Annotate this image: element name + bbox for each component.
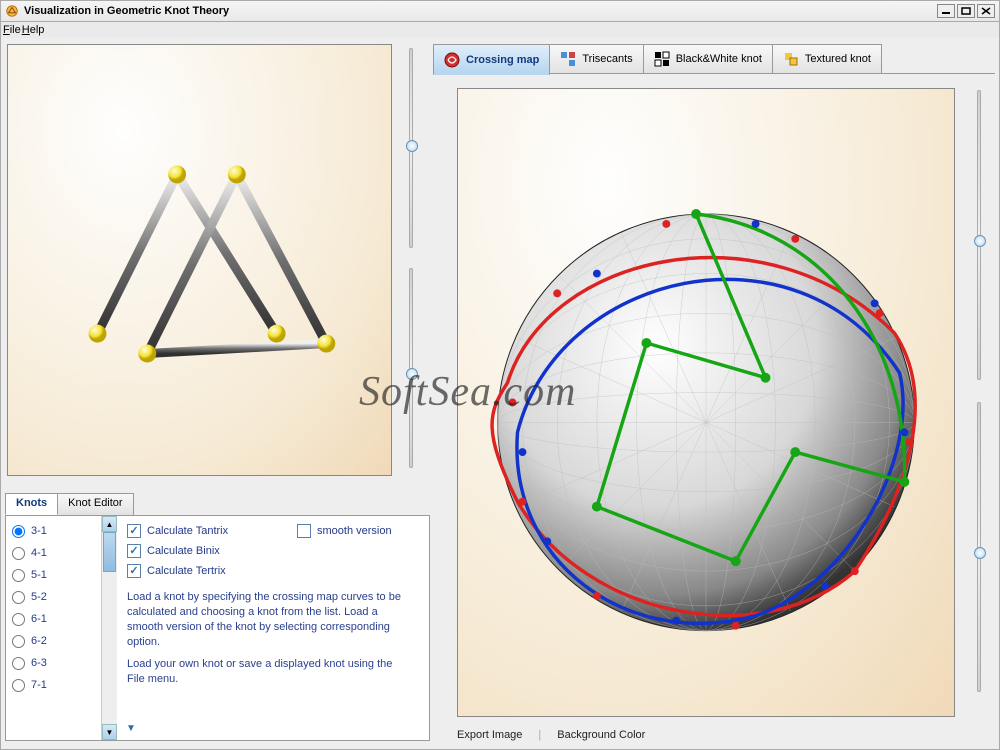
slider-thumb[interactable] — [974, 547, 986, 559]
right-slider-2[interactable] — [971, 402, 987, 692]
app-icon — [5, 4, 19, 18]
viz-tabs: Crossing map Trisecants Black&White knot… — [433, 42, 995, 74]
scroll-up-button[interactable]: ▲ — [102, 516, 117, 532]
titlebar: Visualization in Geometric Knot Theory — [0, 0, 1000, 22]
left-slider-1[interactable] — [403, 48, 419, 248]
close-button[interactable] — [977, 4, 995, 18]
scroll-track[interactable] — [102, 532, 117, 724]
left-slider-2[interactable] — [403, 268, 419, 468]
knot-3d-view[interactable] — [7, 44, 392, 476]
knot-list: 3-1 4-1 5-1 5-2 6-1 6-2 6-3 7-1 — [6, 516, 101, 740]
crossing-map-icon — [444, 52, 460, 68]
checkbox-icon — [127, 564, 141, 578]
separator: | — [538, 729, 541, 741]
checkbox-binix[interactable]: Calculate Binix — [127, 544, 419, 558]
knot-list-scrollbar[interactable]: ▲ ▼ — [101, 516, 117, 740]
minimize-button[interactable] — [937, 4, 955, 18]
knot-list-item[interactable]: 7-1 — [8, 674, 99, 696]
knot-list-item[interactable]: 6-3 — [8, 652, 99, 674]
knot-list-item[interactable]: 4-1 — [8, 542, 99, 564]
tab-knots[interactable]: Knots — [5, 493, 58, 515]
knot-list-item[interactable]: 3-1 — [8, 520, 99, 542]
background-color-button[interactable]: Background Color — [557, 729, 645, 741]
menu-help[interactable]: Help — [22, 24, 45, 36]
maximize-button[interactable] — [957, 4, 975, 18]
menubar: File Help — [0, 22, 1000, 38]
knot-options: Calculate Tantrix Calculate Binix Calcul… — [117, 516, 429, 740]
tab-crossing-map[interactable]: Crossing map — [433, 44, 550, 75]
slider-thumb[interactable] — [406, 368, 418, 380]
scroll-down-button[interactable]: ▼ — [102, 724, 117, 740]
scroll-thumb[interactable] — [103, 532, 116, 572]
menu-file[interactable]: File — [3, 24, 21, 36]
tab-trisecants[interactable]: Trisecants — [549, 44, 643, 74]
knot-list-item[interactable]: 6-1 — [8, 608, 99, 630]
slider-thumb[interactable] — [974, 235, 986, 247]
checkbox-icon — [127, 544, 141, 558]
right-pane: Crossing map Trisecants Black&White knot… — [433, 42, 995, 745]
knot-list-item[interactable]: 5-1 — [8, 564, 99, 586]
textured-knot-icon — [783, 51, 799, 67]
viz-bottom-bar: Export Image | Background Color — [457, 725, 995, 745]
knot-panel: Knots Knot Editor 3-1 4-1 5-1 5-2 6-1 6-… — [5, 493, 430, 741]
expand-icon[interactable]: ▼ — [125, 722, 137, 734]
knot-list-item[interactable]: 5-2 — [8, 586, 99, 608]
checkbox-icon — [297, 524, 311, 538]
checkbox-smooth[interactable]: smooth version — [297, 524, 392, 538]
help-text: Load a knot by specifying the crossing m… — [127, 590, 407, 687]
right-slider-1[interactable] — [971, 90, 987, 380]
trisecants-icon — [560, 51, 576, 67]
knot-list-item[interactable]: 6-2 — [8, 630, 99, 652]
checkbox-tertrix[interactable]: Calculate Tertrix — [127, 564, 419, 578]
export-image-button[interactable]: Export Image — [457, 729, 522, 741]
crossing-map-view[interactable] — [457, 88, 955, 717]
window-title: Visualization in Geometric Knot Theory — [24, 5, 935, 17]
tab-textured-knot[interactable]: Textured knot — [772, 44, 882, 74]
bw-knot-icon — [654, 51, 670, 67]
tab-blackwhite-knot[interactable]: Black&White knot — [643, 44, 773, 74]
checkbox-icon — [127, 524, 141, 538]
tab-knot-editor[interactable]: Knot Editor — [57, 493, 133, 515]
slider-thumb[interactable] — [406, 140, 418, 152]
